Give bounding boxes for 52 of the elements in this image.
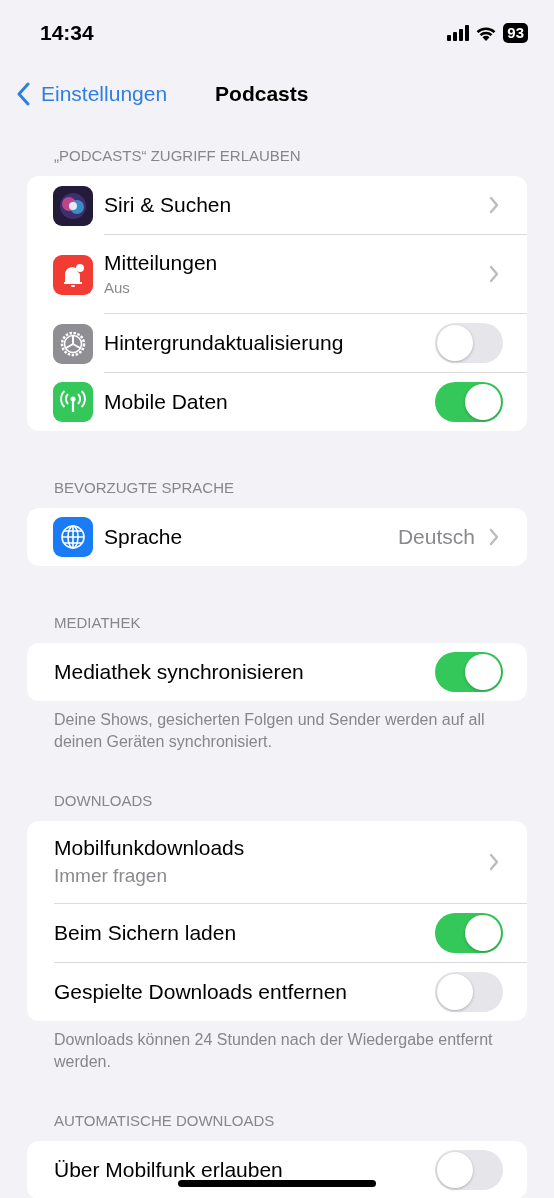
chevron-icon: [489, 196, 499, 214]
settings-row[interactable]: Sprache Deutsch: [27, 508, 527, 566]
settings-row[interactable]: Über Mobilfunk erlauben: [27, 1141, 527, 1198]
row-label: Mobilfunkdownloads: [54, 835, 246, 861]
siri-orb-icon: [53, 185, 93, 226]
row-label: Mediathek synchronisieren: [54, 659, 305, 685]
settings-row[interactable]: Hintergrundaktualisierung: [27, 314, 527, 373]
settings-row[interactable]: Beim Sichern laden: [27, 904, 527, 963]
section-footnote: Downloads können 24 Stunden nach der Wiedergabe entfernt werden.: [53, 1030, 494, 1072]
settings-row[interactable]: Mobilfunkdownloads Immer fragen: [27, 821, 527, 904]
row-label: Mobile Daten: [104, 389, 229, 415]
row-label: Beim Sichern laden: [54, 920, 238, 946]
wifi-icon: [475, 25, 498, 41]
section-footnote: Deine Shows, gesicherten Folgen und Sender werden auf all deinen Geräten synchronisiert.: [53, 710, 486, 752]
signal-icon: [447, 25, 470, 41]
chevron-icon: [489, 528, 499, 546]
toggle-switch[interactable]: [435, 652, 503, 692]
section-header: „PODCASTS“ ZUGRIFF ERLAUBEN: [53, 146, 302, 166]
settings-row[interactable]: Siri & Suchen: [27, 176, 527, 235]
toggle-switch[interactable]: [435, 323, 503, 363]
back-button[interactable]: Einstellungen: [17, 82, 168, 106]
settings-row[interactable]: Mitteilungen Aus: [27, 235, 527, 314]
toggle-switch[interactable]: [435, 972, 503, 1012]
section-header: AUTOMATISCHE DOWNLOADS: [53, 1111, 276, 1131]
row-label: Sprache: [104, 524, 184, 550]
settings-row[interactable]: Mobile Daten: [27, 373, 527, 431]
toggle-switch[interactable]: [435, 1150, 503, 1190]
row-label: Siri & Suchen: [104, 192, 233, 218]
section-header: MEDIATHEK: [53, 613, 142, 633]
settings-row[interactable]: Mediathek synchronisieren: [27, 643, 527, 701]
row-label: Hintergrundaktualisierung: [104, 330, 345, 356]
clock-time: 14:34: [40, 21, 94, 45]
toggle-switch[interactable]: [435, 382, 503, 422]
back-chevron-icon: [17, 82, 31, 106]
chevron-icon: [489, 265, 499, 283]
row-label: Über Mobilfunk erlauben: [54, 1157, 284, 1183]
chevron-icon: [489, 853, 499, 871]
antenna-icon: [53, 382, 93, 422]
toggle-switch[interactable]: [435, 913, 503, 953]
row-subtitle: Aus: [104, 278, 131, 298]
globe-icon: [53, 517, 93, 557]
row-subtitle: Immer fragen: [54, 864, 168, 888]
section-header: DOWNLOADS: [53, 791, 154, 811]
row-label: Mitteilungen: [104, 250, 219, 276]
bell-icon: [53, 254, 93, 295]
section-header: BEVORZUGTE SPRACHE: [53, 478, 236, 498]
battery-level: 93: [503, 23, 528, 43]
gear-icon: [53, 323, 93, 364]
row-value: Deutsch: [397, 525, 475, 549]
row-label: Gespielte Downloads entfernen: [54, 979, 348, 1005]
settings-row[interactable]: Gespielte Downloads entfernen: [27, 963, 527, 1021]
page-title: Podcasts: [215, 82, 309, 106]
